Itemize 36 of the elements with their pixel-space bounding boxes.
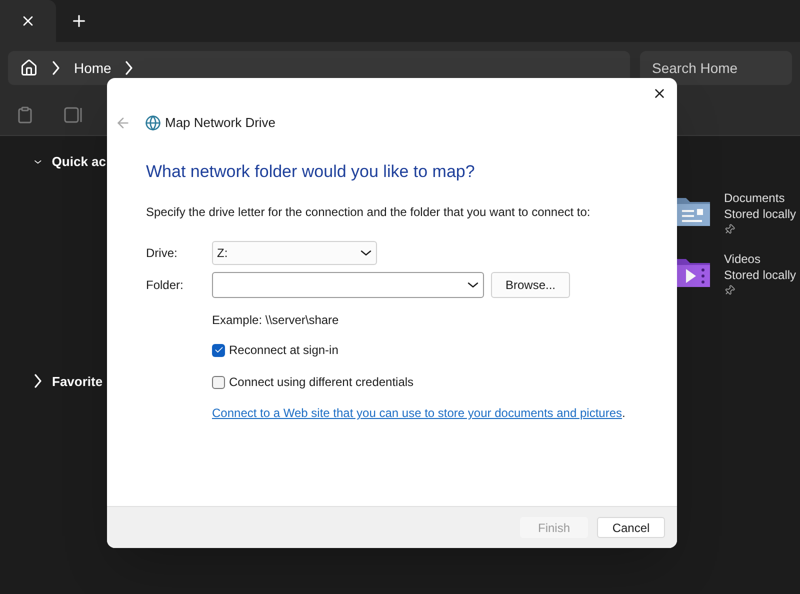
link-period: . xyxy=(622,406,626,420)
search-field[interactable]: Search Home xyxy=(640,51,792,85)
folder-status: Stored locally xyxy=(724,206,796,222)
chevron-icon xyxy=(34,158,42,166)
folder-name[interactable]: Documents xyxy=(724,190,796,206)
dialog-title: Map Network Drive xyxy=(165,114,276,132)
field-label: Folder: xyxy=(146,277,184,294)
folder-combo-box[interactable] xyxy=(212,272,484,298)
chevron-icon xyxy=(360,250,372,256)
chevron-icon xyxy=(467,282,479,288)
check-icon xyxy=(214,345,224,355)
close-icon[interactable] xyxy=(652,86,667,101)
new-tab-icon[interactable] xyxy=(70,12,88,30)
chevron-icon xyxy=(52,60,60,76)
checkbox[interactable] xyxy=(212,344,225,356)
nav-item[interactable]: Favorite xyxy=(0,372,106,391)
nav-item[interactable]: Quick ac xyxy=(0,152,106,172)
folder-name[interactable]: Videos xyxy=(724,251,796,267)
clipboard-icon[interactable] xyxy=(16,106,34,124)
breadcrumb[interactable]: Home xyxy=(74,58,112,78)
checkbox-label[interactable]: Connect using different credentials xyxy=(229,373,414,391)
folder-status: Stored locally xyxy=(724,267,796,283)
chevron-icon xyxy=(34,373,42,390)
chevron-icon xyxy=(125,60,134,76)
drive-dropdown[interactable]: Z: xyxy=(212,241,377,265)
instruction: Specify the drive letter for the connection and the folder that you want to connect to: xyxy=(146,204,592,221)
checkbox-label[interactable]: Reconnect at sign-in xyxy=(229,341,338,359)
field-label: Drive: xyxy=(146,245,178,262)
dialog-heading: What network folder would you like to map? xyxy=(146,160,476,182)
home-icon[interactable] xyxy=(20,59,38,77)
checkbox[interactable] xyxy=(212,376,225,388)
web-site-link[interactable]: Connect to a Web site that you can use to store your documents and pictures xyxy=(212,406,622,420)
example-text: Example: \\server\share xyxy=(212,312,340,329)
dialog-button[interactable]: Cancel xyxy=(597,517,665,538)
browse-button[interactable]: Browse... xyxy=(491,272,570,298)
back-icon[interactable] xyxy=(115,114,131,131)
